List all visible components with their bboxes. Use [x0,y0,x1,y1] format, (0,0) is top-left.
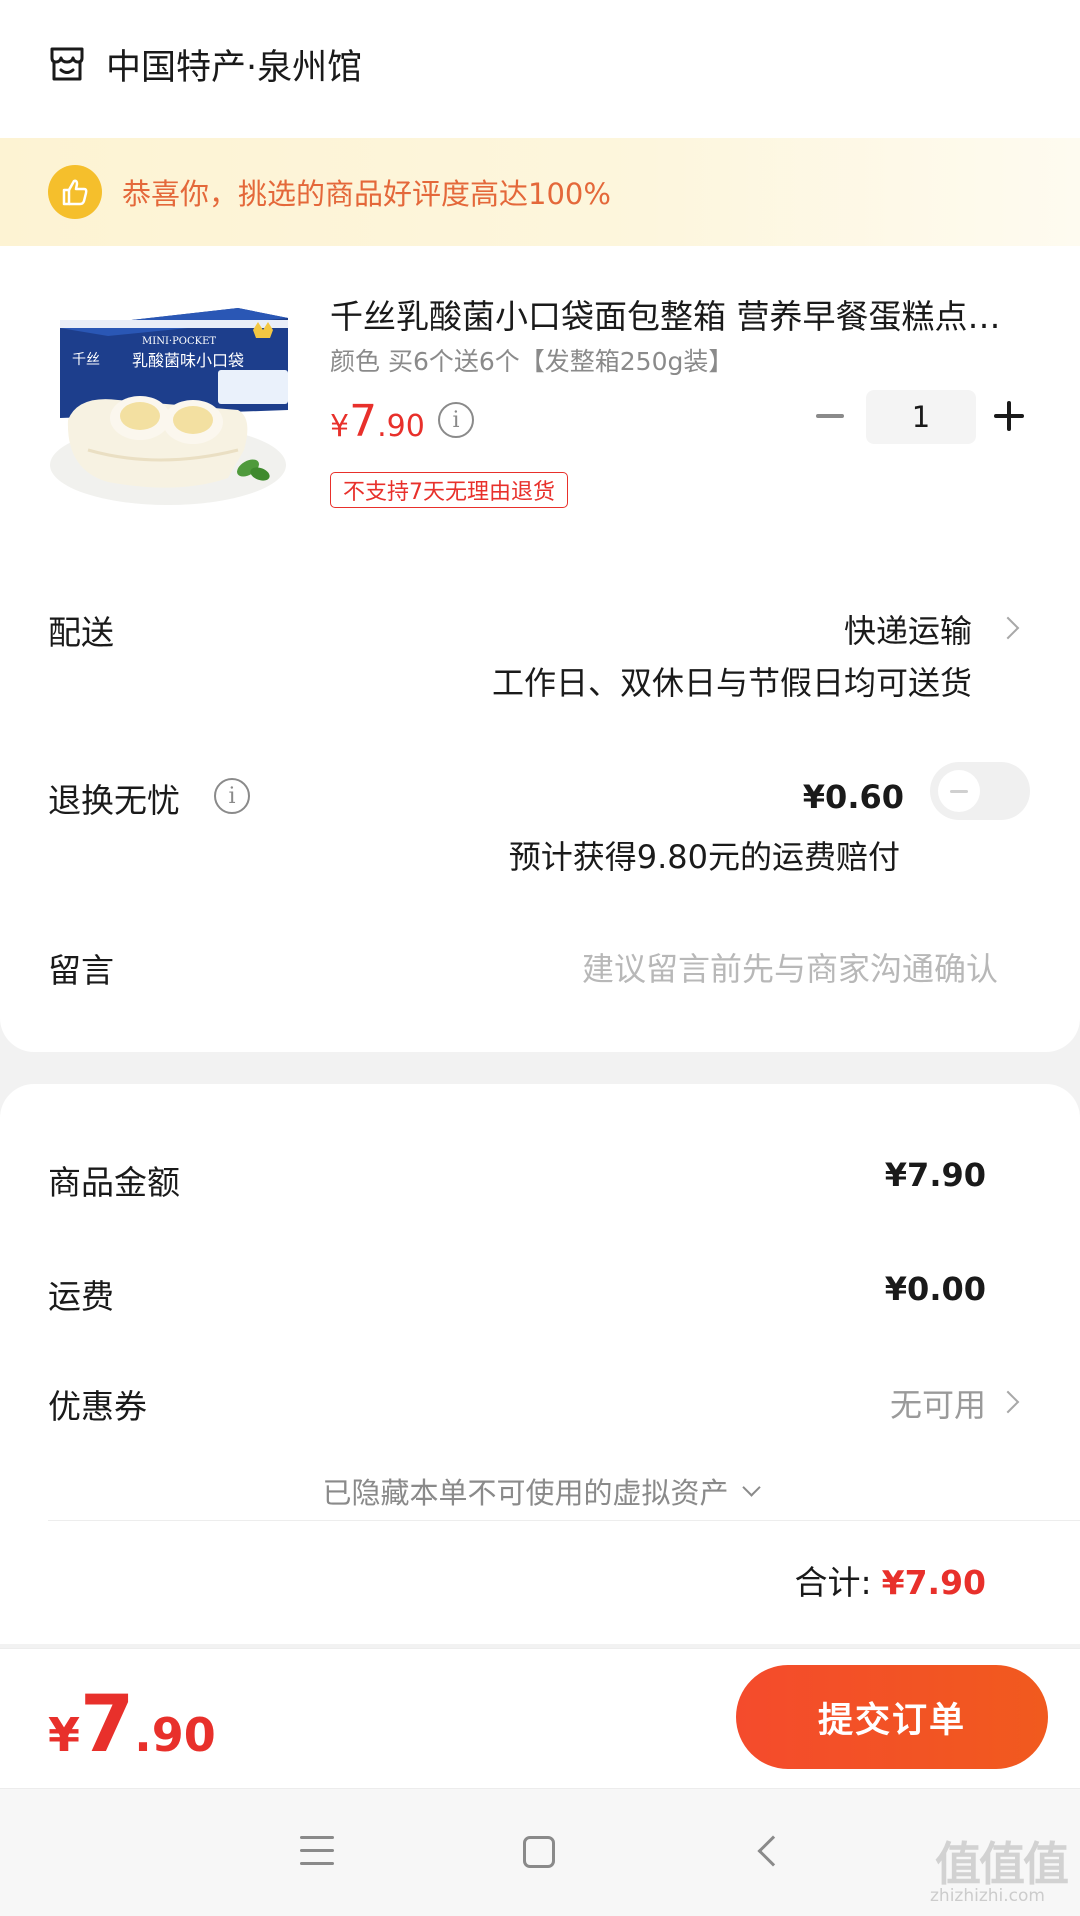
worry-free-note: 预计获得9.80元的运费赔付 [508,838,900,876]
price-currency: ¥ [330,409,350,444]
price-info-icon[interactable]: i [438,402,474,438]
thumbs-up-icon [48,165,102,219]
total-value: ¥7.90 [881,1563,986,1602]
footer-price-decimal: .90 [134,1708,216,1762]
praise-banner: 恭喜你，挑选的商品好评度高达100% [0,138,1080,246]
menu-icon[interactable] [300,1836,334,1866]
worry-free-info-icon[interactable]: i [214,778,250,814]
watermark-url: zhizhizhi.com [930,1886,1045,1906]
price-decimal: .90 [377,409,425,444]
package-cn-text: 乳酸菌味小口袋 [132,351,244,370]
worry-free-label: 退换无忧 [48,781,180,820]
chevron-down-icon [741,1477,761,1497]
footer-price-integer: 7 [80,1680,135,1770]
goods-amount-label: 商品金额 [48,1163,180,1202]
quantity-input[interactable]: 1 [866,390,976,444]
message-label: 留言 [48,951,114,990]
no-return-tag: 不支持7天无理由退货 [330,472,568,508]
product-title[interactable]: 千丝乳酸菌小口袋面包整箱 营养早餐蛋糕点心零食品小吃休闲食品 [330,290,1030,338]
worry-free-toggle[interactable] [930,762,1030,820]
quantity-decrease-button[interactable] [812,392,848,440]
home-icon[interactable] [523,1836,555,1868]
delivery-method[interactable]: 快递运输 [844,606,972,652]
delivery-label: 配送 [48,613,114,652]
hidden-assets-text: 已隐藏本单不可使用的虚拟资产 [322,1476,729,1510]
watermark-logo: 值值值 [935,1837,1069,1891]
coupon-value[interactable]: 无可用 [890,1380,986,1426]
shipping-value: ¥0.00 [884,1270,986,1308]
coupon-label: 优惠券 [48,1387,147,1426]
worry-free-price: ¥0.60 [802,778,904,816]
order-total: 合计: ¥7.90 [794,1556,986,1604]
divider [48,1520,1080,1521]
delivery-note: 工作日、双休日与节假日均可送货 [491,664,972,702]
goods-amount-value: ¥7.90 [884,1156,986,1194]
message-input[interactable]: 建议留言前先与商家沟通确认 [582,944,998,990]
shop-icon [50,47,84,81]
quantity-increase-button[interactable] [992,392,1028,440]
product-spec[interactable]: 颜色 买6个送6个【发整箱250g装】 [330,342,733,378]
footer-price-currency: ¥ [48,1708,81,1762]
hidden-assets-toggle[interactable]: 已隐藏本单不可使用的虚拟资产 [0,1470,1080,1512]
product-price: ¥ 7 .90 [330,396,425,447]
shipping-label: 运费 [48,1277,114,1316]
praise-text: 恭喜你，挑选的商品好评度高达100% [122,177,611,211]
package-en-text: MINI·POCKET [142,336,216,347]
shop-name: 中国特产·泉州馆 [106,47,363,88]
package-brand-text: 千丝 [72,352,100,368]
submit-order-button[interactable]: 提交订单 [736,1665,1048,1769]
toggle-knob [938,770,980,812]
shop-header[interactable]: 中国特产·泉州馆 [48,40,362,88]
total-label: 合计: [794,1563,872,1602]
price-integer: 7 [349,396,378,447]
footer-price: ¥ 7 .90 [48,1680,216,1770]
product-image[interactable]: 千丝 MINI·POCKET 乳酸菌味小口袋 [48,300,298,510]
